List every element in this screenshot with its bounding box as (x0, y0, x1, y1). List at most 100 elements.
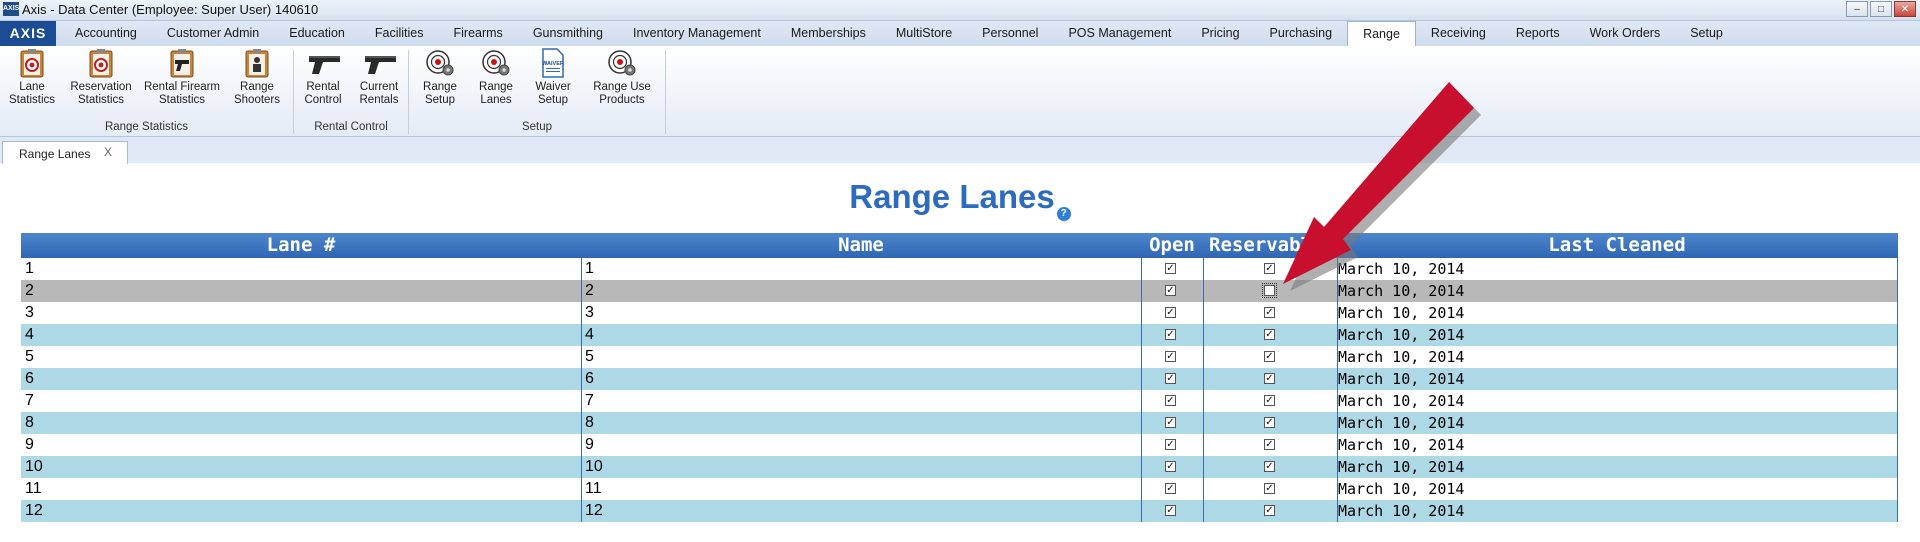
reservation-statistics-button[interactable]: Reservation Statistics (66, 48, 136, 107)
open-checkbox[interactable]: ✓ (1165, 351, 1176, 362)
menu-tab-multistore[interactable]: MultiStore (881, 21, 967, 45)
last-cleaned-cell[interactable]: March 10, 2014 (1338, 456, 1464, 478)
open-checkbox[interactable]: ✓ (1165, 417, 1176, 428)
open-checkbox[interactable]: ✓ (1165, 307, 1176, 318)
lane-name-cell[interactable]: 11 (585, 478, 602, 500)
reservable-checkbox[interactable]: ✓ (1264, 439, 1275, 450)
reservable-checkbox[interactable]: ✓ (1264, 395, 1275, 406)
menu-tab-setup[interactable]: Setup (1675, 21, 1738, 45)
waiver-setup-button[interactable]: WAIVER Waiver Setup (528, 48, 578, 107)
menu-tab-personnel[interactable]: Personnel (967, 21, 1053, 45)
open-checkbox[interactable]: ✓ (1165, 373, 1176, 384)
tab-close-button[interactable]: X (104, 145, 112, 159)
reservable-checkbox[interactable]: ✓ (1264, 307, 1275, 318)
open-checkbox[interactable]: ✓ (1165, 395, 1176, 406)
last-cleaned-cell[interactable]: March 10, 2014 (1338, 346, 1464, 368)
menu-tab-pricing[interactable]: Pricing (1186, 21, 1254, 45)
rental-firearm-statistics-button[interactable]: Rental Firearm Statistics (137, 48, 227, 107)
last-cleaned-cell[interactable]: March 10, 2014 (1338, 390, 1464, 412)
menu-tab-customer-admin[interactable]: Customer Admin (152, 21, 274, 45)
reservable-checkbox[interactable]: ✓ (1264, 483, 1275, 494)
range-shooters-button[interactable]: Range Shooters (227, 48, 287, 107)
range-use-products-button[interactable]: Range Use Products (587, 48, 657, 107)
lane-number-cell[interactable]: 2 (25, 280, 34, 302)
column-header-open[interactable]: Open (1141, 233, 1203, 258)
table-row[interactable]: 2 2 ✓ March 10, 2014 (21, 280, 1898, 302)
open-checkbox[interactable]: ✓ (1165, 263, 1176, 274)
lane-number-cell[interactable]: 4 (25, 324, 34, 346)
menu-tab-receiving[interactable]: Receiving (1416, 21, 1501, 45)
lane-number-cell[interactable]: 10 (25, 456, 43, 478)
tab-range-lanes[interactable]: Range Lanes X (2, 141, 128, 164)
column-header-reservable[interactable]: Reservable (1203, 233, 1343, 258)
table-row[interactable]: 6 6 ✓ ✓ March 10, 2014 (21, 368, 1898, 390)
table-row[interactable]: 11 11 ✓ ✓ March 10, 2014 (21, 478, 1898, 500)
table-row[interactable]: 12 12 ✓ ✓ March 10, 2014 (21, 500, 1898, 522)
last-cleaned-cell[interactable]: March 10, 2014 (1338, 434, 1464, 456)
open-checkbox[interactable]: ✓ (1165, 285, 1176, 296)
lane-name-cell[interactable]: 6 (585, 368, 594, 390)
last-cleaned-cell[interactable]: March 10, 2014 (1338, 412, 1464, 434)
reservable-checkbox[interactable]: ✓ (1264, 263, 1275, 274)
menu-tab-accounting[interactable]: Accounting (60, 21, 152, 45)
menu-tab-reports[interactable]: Reports (1501, 21, 1575, 45)
reservable-checkbox[interactable] (1262, 283, 1277, 298)
menu-tab-education[interactable]: Education (274, 21, 360, 45)
open-checkbox[interactable]: ✓ (1165, 439, 1176, 450)
column-header-lane[interactable]: Lane # (161, 233, 441, 258)
menu-tab-facilities[interactable]: Facilities (360, 21, 439, 45)
menu-tab-purchasing[interactable]: Purchasing (1255, 21, 1348, 45)
lane-number-cell[interactable]: 7 (25, 390, 34, 412)
table-row[interactable]: 9 9 ✓ ✓ March 10, 2014 (21, 434, 1898, 456)
help-icon[interactable]: ? (1056, 207, 1071, 221)
table-row[interactable]: 3 3 ✓ ✓ March 10, 2014 (21, 302, 1898, 324)
current-rentals-button[interactable]: Current Rentals (354, 48, 404, 107)
lane-name-cell[interactable]: 3 (585, 302, 594, 324)
menu-tab-range[interactable]: Range (1347, 21, 1416, 46)
table-row[interactable]: 4 4 ✓ ✓ March 10, 2014 (21, 324, 1898, 346)
open-checkbox[interactable]: ✓ (1165, 329, 1176, 340)
reservable-checkbox[interactable]: ✓ (1264, 329, 1275, 340)
table-row[interactable]: 8 8 ✓ ✓ March 10, 2014 (21, 412, 1898, 434)
minimize-icon[interactable]: – (1846, 1, 1868, 17)
reservable-checkbox[interactable]: ✓ (1264, 461, 1275, 472)
rental-control-button[interactable]: Rental Control (298, 48, 348, 107)
lane-number-cell[interactable]: 11 (25, 478, 42, 500)
table-row[interactable]: 5 5 ✓ ✓ March 10, 2014 (21, 346, 1898, 368)
lane-statistics-button[interactable]: Lane Statistics (2, 48, 62, 107)
last-cleaned-cell[interactable]: March 10, 2014 (1338, 280, 1464, 302)
lane-number-cell[interactable]: 1 (25, 258, 34, 280)
menu-tab-firearms[interactable]: Firearms (439, 21, 518, 45)
table-row[interactable]: 1 1 ✓ ✓ March 10, 2014 (21, 258, 1898, 280)
menu-tab-memberships[interactable]: Memberships (776, 21, 881, 45)
menu-tab-work-orders[interactable]: Work Orders (1575, 21, 1676, 45)
lane-name-cell[interactable]: 5 (585, 346, 594, 368)
menu-tab-gunsmithing[interactable]: Gunsmithing (518, 21, 618, 45)
lane-number-cell[interactable]: 3 (25, 302, 34, 324)
column-header-last-cleaned[interactable]: Last Cleaned (1477, 233, 1757, 258)
range-lanes-button[interactable]: Range Lanes (471, 48, 521, 107)
lane-number-cell[interactable]: 8 (25, 412, 34, 434)
lane-name-cell[interactable]: 1 (585, 258, 594, 280)
table-row[interactable]: 7 7 ✓ ✓ March 10, 2014 (21, 390, 1898, 412)
lane-name-cell[interactable]: 4 (585, 324, 594, 346)
lane-name-cell[interactable]: 12 (585, 500, 603, 522)
lane-name-cell[interactable]: 9 (585, 434, 594, 456)
last-cleaned-cell[interactable]: March 10, 2014 (1338, 324, 1464, 346)
reservable-checkbox[interactable]: ✓ (1264, 505, 1275, 516)
lane-name-cell[interactable]: 10 (585, 456, 603, 478)
lane-number-cell[interactable]: 9 (25, 434, 34, 456)
table-row[interactable]: 10 10 ✓ ✓ March 10, 2014 (21, 456, 1898, 478)
menu-tab-pos-management[interactable]: POS Management (1053, 21, 1186, 45)
menu-tab-inventory-management[interactable]: Inventory Management (618, 21, 776, 45)
range-setup-button[interactable]: Range Setup (415, 48, 465, 107)
last-cleaned-cell[interactable]: March 10, 2014 (1338, 478, 1464, 500)
lane-number-cell[interactable]: 6 (25, 368, 34, 390)
lane-name-cell[interactable]: 8 (585, 412, 594, 434)
reservable-checkbox[interactable]: ✓ (1264, 351, 1275, 362)
open-checkbox[interactable]: ✓ (1165, 483, 1176, 494)
maximize-icon[interactable]: □ (1870, 1, 1892, 17)
reservable-checkbox[interactable]: ✓ (1264, 373, 1275, 384)
open-checkbox[interactable]: ✓ (1165, 461, 1176, 472)
reservable-checkbox[interactable]: ✓ (1264, 417, 1275, 428)
